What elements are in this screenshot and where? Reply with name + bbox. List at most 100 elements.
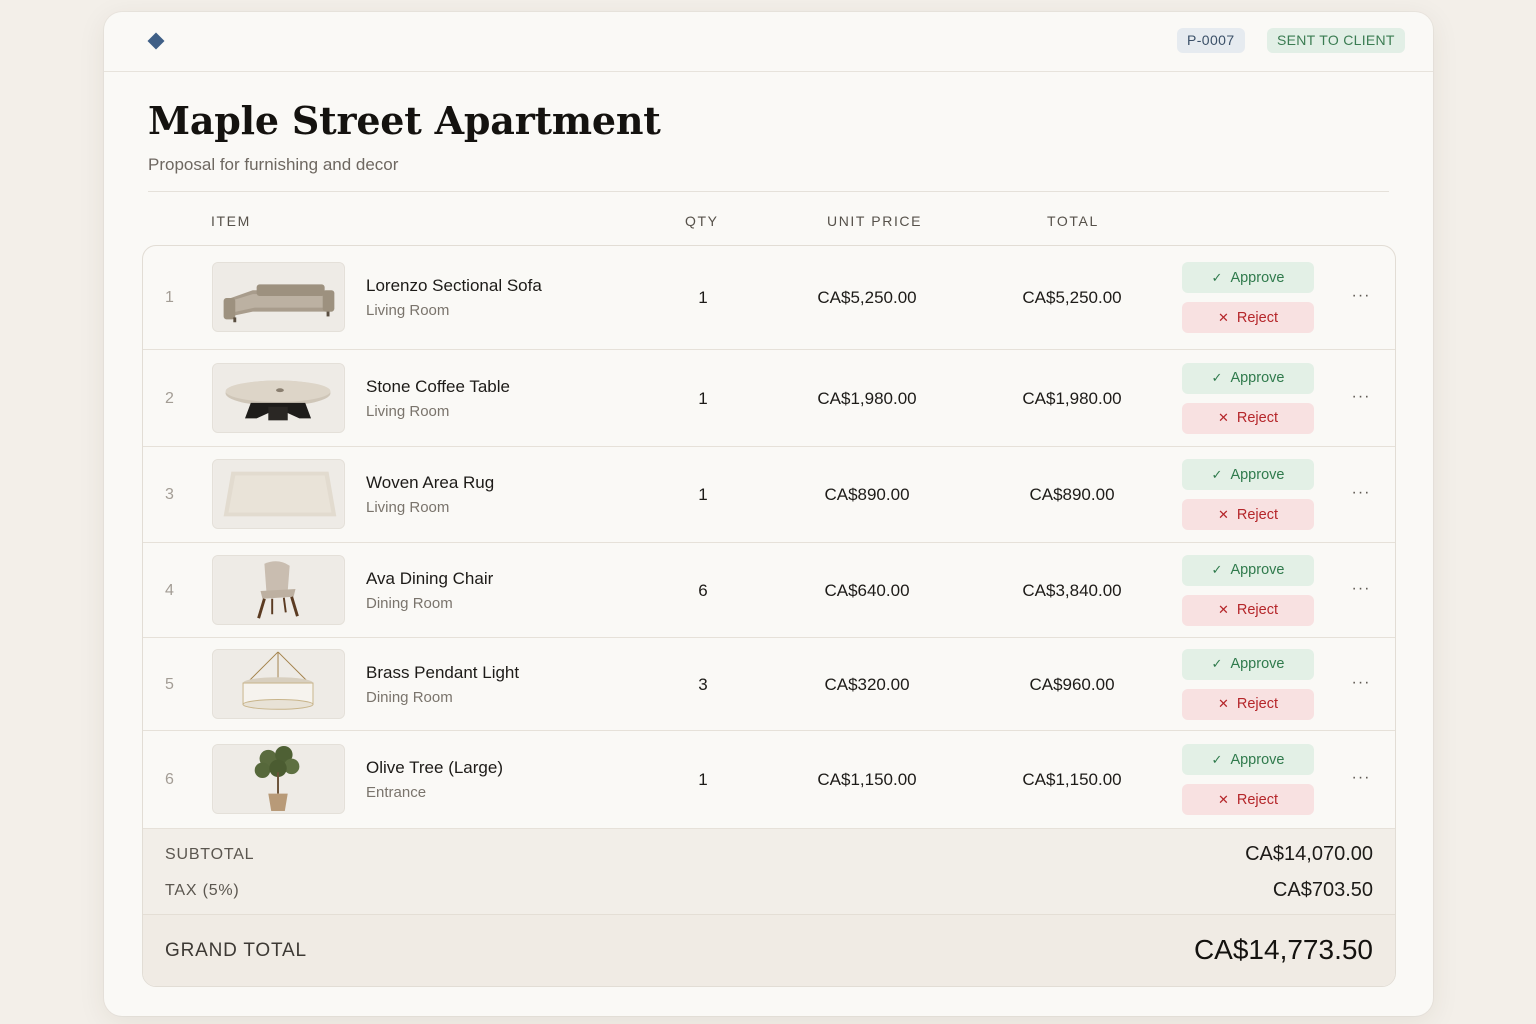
status-badge: SENT TO CLIENT: [1267, 28, 1405, 53]
reject-button[interactable]: ✕ Reject: [1182, 499, 1314, 530]
row-number: 1: [165, 289, 174, 306]
approve-button[interactable]: ✓ Approve: [1182, 459, 1314, 490]
subtotal-label: SUBTOTAL: [165, 846, 255, 863]
close-icon: ✕: [1217, 602, 1229, 617]
reject-label: Reject: [1236, 410, 1278, 426]
close-icon: ✕: [1217, 506, 1229, 522]
check-icon: ✓: [1211, 466, 1223, 482]
item-name: Stone Coffee Table: [366, 376, 510, 396]
item-name: Olive Tree (Large): [366, 758, 503, 777]
check-icon: ✓: [1211, 269, 1223, 285]
item-name: Brass Pendant Light: [366, 662, 520, 682]
item-total: CA$1,150.00: [1022, 770, 1122, 789]
page-title: Maple Street Apartment: [148, 98, 661, 143]
item-unit-price: CA$1,980.00: [817, 388, 917, 408]
proposal-id-badge: P-0007: [1177, 28, 1245, 53]
row-number: 2: [165, 389, 174, 407]
reject-label: Reject: [1236, 309, 1278, 326]
close-icon: ✕: [1217, 309, 1229, 325]
close-icon: ✕: [1217, 696, 1229, 711]
more-options-icon[interactable]: ···: [1351, 288, 1371, 310]
reject-button[interactable]: ✕ Reject: [1182, 784, 1314, 815]
item-unit-price: CA$1,150.00: [817, 770, 917, 789]
approve-label: Approve: [1230, 562, 1285, 578]
diamond-logo-icon: [147, 32, 165, 50]
approve-button[interactable]: ✓ Approve: [1182, 744, 1314, 775]
more-options-icon[interactable]: ···: [1351, 674, 1371, 697]
item-total: CA$1,980.00: [1022, 388, 1122, 408]
row-number: 3: [165, 486, 174, 503]
item-name: Woven Area Rug: [366, 473, 495, 492]
chair-image: [212, 554, 345, 625]
item-unit-price: CA$640.00: [824, 580, 910, 600]
approve-label: Approve: [1230, 656, 1285, 672]
tax-label: TAX (5%): [165, 882, 240, 899]
item-room: Dining Room: [366, 594, 453, 612]
close-icon: ✕: [1217, 410, 1229, 425]
approve-button[interactable]: ✓ Approve: [1182, 554, 1314, 586]
item-unit-price: CA$320.00: [824, 674, 910, 694]
item-room: Living Room: [366, 302, 450, 319]
item-room: Living Room: [366, 402, 450, 420]
approve-label: Approve: [1230, 370, 1285, 386]
table-row: 5 Brass Pendant Light Dining Room 3 CA$3…: [143, 638, 1395, 731]
approve-button[interactable]: ✓ Approve: [1182, 362, 1314, 394]
reject-button[interactable]: ✕ Reject: [1182, 302, 1314, 333]
check-icon: ✓: [1211, 370, 1223, 385]
more-options-icon[interactable]: ···: [1351, 388, 1371, 411]
item-room: Living Room: [366, 499, 450, 516]
more-options-icon[interactable]: ···: [1351, 580, 1371, 603]
page-subtitle: Proposal for furnishing and decor: [148, 155, 399, 174]
column-header-qty: QTY: [685, 213, 719, 229]
table-row: 1 Lorenzo Sectional Sofa Living Room 1 C…: [143, 246, 1395, 350]
header-divider: [148, 191, 1389, 192]
approve-label: Approve: [1230, 466, 1285, 483]
grand-total-section: GRAND TOTAL CA$14,773.50: [143, 915, 1395, 986]
items-table: 6 Olive Tree (Large) Entrance 1 CA$1,150…: [142, 245, 1396, 987]
item-total: CA$960.00: [1029, 674, 1115, 694]
approve-button[interactable]: ✓ Approve: [1182, 262, 1314, 293]
approve-label: Approve: [1230, 751, 1285, 768]
sofa-image: [212, 262, 345, 332]
table-row: 6 Olive Tree (Large) Entrance 1 CA$1,150…: [143, 731, 1395, 829]
row-number: 5: [165, 675, 174, 693]
pendant-light-image: [212, 648, 345, 719]
approve-label: Approve: [1230, 269, 1285, 286]
item-qty: 1: [698, 485, 708, 504]
item-name: Ava Dining Chair: [366, 568, 494, 588]
item-unit-price: CA$890.00: [824, 485, 910, 504]
approve-button[interactable]: ✓ Approve: [1182, 648, 1314, 680]
summary-section: SUBTOTAL CA$14,070.00 TAX (5%) CA$703.50: [143, 829, 1395, 915]
olive-tree-image: [212, 744, 345, 814]
table-row: 3 Woven Area Rug Living Room 1 CA$890.00…: [143, 447, 1395, 543]
check-icon: ✓: [1211, 656, 1223, 671]
item-unit-price: CA$5,250.00: [817, 288, 917, 307]
reject-button[interactable]: ✕ Reject: [1182, 688, 1314, 720]
more-options-icon[interactable]: ···: [1351, 485, 1371, 507]
item-room: Entrance: [366, 784, 427, 801]
reject-label: Reject: [1236, 602, 1278, 618]
item-qty: 3: [698, 674, 708, 694]
rug-image: [212, 459, 345, 529]
reject-button[interactable]: ✕ Reject: [1182, 402, 1314, 434]
item-total: CA$3,840.00: [1022, 580, 1122, 600]
item-qty: 1: [698, 288, 708, 307]
more-options-icon[interactable]: ···: [1351, 770, 1371, 792]
reject-label: Reject: [1236, 506, 1278, 523]
column-header-item: ITEM: [211, 213, 251, 229]
item-total: CA$890.00: [1029, 485, 1115, 504]
item-qty: 6: [698, 580, 708, 600]
check-icon: ✓: [1211, 562, 1223, 577]
item-qty: 1: [698, 388, 708, 408]
grand-total-label: GRAND TOTAL: [165, 940, 307, 961]
reject-button[interactable]: ✕ Reject: [1182, 594, 1314, 626]
subtotal-value: CA$14,070.00: [1245, 843, 1373, 865]
coffee-table-image: [212, 362, 345, 433]
column-header-unit-price: UNIT PRICE: [827, 213, 923, 229]
grand-total-value: CA$14,773.50: [1193, 934, 1373, 965]
column-header-total: TOTAL: [1047, 213, 1099, 229]
table-row: 2 Stone Coffee Table Living Room 1 CA$1,…: [143, 350, 1395, 447]
table-row: 4 Ava Dining Chair Dining Room 6 CA$640.…: [143, 543, 1395, 638]
tax-value: CA$703.50: [1272, 879, 1373, 901]
reject-label: Reject: [1236, 696, 1278, 712]
